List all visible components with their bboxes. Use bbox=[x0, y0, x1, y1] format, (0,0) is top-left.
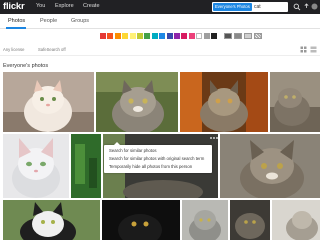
pattern-filter-shallow-depth[interactable] bbox=[234, 33, 243, 39]
section-title: Everyone's photos bbox=[3, 63, 49, 69]
search-scope-pill[interactable]: Everyone's Photos bbox=[213, 3, 252, 11]
photo-context-menu: Search for similar photos Search for sim… bbox=[104, 142, 212, 173]
list-view-icon[interactable] bbox=[310, 46, 317, 53]
color-swatch[interactable] bbox=[174, 33, 180, 39]
pattern-filter-black-white[interactable] bbox=[224, 33, 233, 39]
color-swatch[interactable] bbox=[100, 33, 106, 39]
photo-black-cat[interactable] bbox=[102, 200, 180, 240]
nav-create[interactable]: Create bbox=[83, 3, 100, 9]
more-dots-icon[interactable] bbox=[209, 136, 219, 140]
color-swatch[interactable] bbox=[144, 33, 151, 39]
search-type-tabs: Photos People Groups bbox=[0, 14, 320, 29]
color-swatch[interactable] bbox=[159, 33, 166, 39]
tab-groups[interactable]: Groups bbox=[71, 18, 89, 24]
photo-white-kitten[interactable] bbox=[3, 72, 94, 132]
color-swatch[interactable] bbox=[203, 33, 210, 39]
menu-item-similar-with-term[interactable]: Search for similar photos with original … bbox=[109, 156, 204, 161]
color-swatch[interactable] bbox=[114, 33, 121, 39]
photo-tabby-cat-grass[interactable] bbox=[96, 72, 178, 132]
color-swatch[interactable] bbox=[196, 33, 203, 39]
menu-arrow bbox=[114, 142, 120, 145]
search-icon[interactable] bbox=[293, 3, 301, 11]
tab-photos[interactable]: Photos bbox=[8, 18, 25, 24]
color-swatch[interactable] bbox=[166, 33, 173, 39]
photo-tabby-cat-dark[interactable] bbox=[230, 200, 270, 240]
photo-cat-outdoors[interactable] bbox=[270, 72, 320, 132]
top-navigation-bar: flickr You Explore Create Everyone's Pho… bbox=[0, 0, 320, 14]
photo-kitten-light[interactable] bbox=[272, 200, 320, 240]
color-swatch[interactable] bbox=[122, 33, 129, 39]
search-input[interactable]: Everyone's Photos cat bbox=[212, 2, 288, 12]
menu-item-similar[interactable]: Search for similar photos bbox=[109, 148, 157, 153]
color-swatch[interactable] bbox=[107, 33, 114, 39]
flickr-logo[interactable]: flickr bbox=[3, 1, 25, 12]
safesearch-dropdown[interactable]: SafeSearch off bbox=[38, 47, 66, 52]
pattern-filter-minimalist[interactable] bbox=[244, 33, 253, 39]
active-tab-indicator bbox=[6, 27, 26, 29]
color-swatch[interactable] bbox=[188, 33, 195, 39]
photo-white-cat-green-eyes[interactable] bbox=[3, 134, 69, 198]
photo-black-white-cat[interactable] bbox=[3, 200, 100, 240]
grid-view-icon[interactable] bbox=[300, 46, 307, 53]
nav-you[interactable]: You bbox=[36, 3, 45, 9]
nav-explore[interactable]: Explore bbox=[55, 3, 74, 9]
search-options-bar: Any license SafeSearch off bbox=[0, 44, 320, 56]
pattern-filter-patterns[interactable] bbox=[254, 33, 263, 39]
color-swatch[interactable] bbox=[137, 33, 143, 39]
color-swatch[interactable] bbox=[129, 33, 136, 39]
tab-people[interactable]: People bbox=[40, 18, 57, 24]
menu-item-hide-person[interactable]: Temporarily hide all photos from this pe… bbox=[109, 164, 192, 169]
photo-tabby-cat-closeup[interactable] bbox=[220, 134, 320, 198]
upload-icon[interactable] bbox=[303, 3, 310, 10]
color-filter-bar bbox=[0, 30, 320, 44]
avatar[interactable] bbox=[311, 3, 318, 10]
color-swatch[interactable] bbox=[211, 33, 217, 39]
search-query[interactable]: cat bbox=[254, 3, 261, 11]
photo-cat-by-fire[interactable] bbox=[180, 72, 268, 132]
photo-green-foliage[interactable] bbox=[71, 134, 101, 198]
photo-grey-cat[interactable] bbox=[182, 200, 228, 240]
license-dropdown[interactable]: Any license bbox=[3, 47, 24, 52]
color-swatch[interactable] bbox=[181, 33, 188, 39]
color-swatch[interactable] bbox=[151, 33, 158, 39]
